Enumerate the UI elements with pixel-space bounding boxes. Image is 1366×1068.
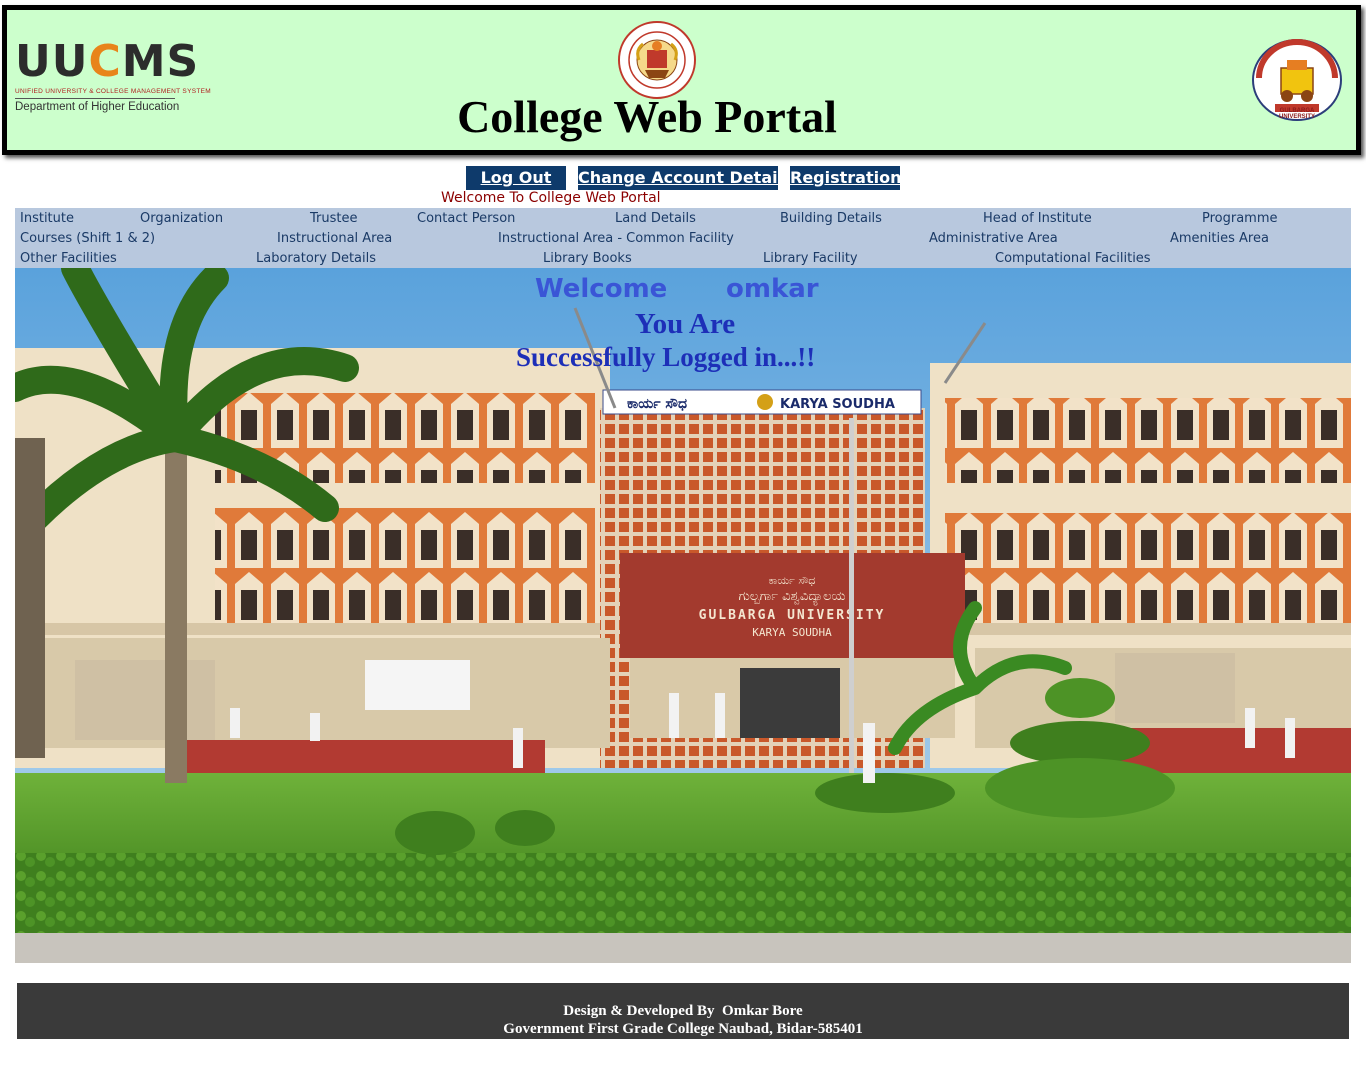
footer: Design & Developed By Omkar Bore Governm… xyxy=(17,983,1349,1039)
uucms-subtitle: UNIFIED UNIVERSITY & COLLEGE MANAGEMENT … xyxy=(15,88,211,95)
building-sign-english: KARYA SOUDHA xyxy=(780,397,895,412)
header-banner: UUCMS UNIFIED UNIVERSITY & COLLEGE MANAG… xyxy=(2,5,1361,155)
uucms-divider xyxy=(15,98,175,99)
page-title: College Web Portal xyxy=(457,91,837,142)
menu-item-land-details[interactable]: Land Details xyxy=(615,211,696,226)
login-message-line2: Successfully Logged in...!! xyxy=(516,342,816,372)
main-menu: Institute Organization Trustee Contact P… xyxy=(15,208,1351,268)
panel-line2: ಗುಲ್ಬರ್ಗಾ ವಿಶ್ವವಿದ್ಯಾಲಯ xyxy=(739,589,846,606)
panel-line1: ಕಾರ್ಯ ಸೌಧ xyxy=(769,574,816,587)
change-account-details-button[interactable]: Change Account Details xyxy=(578,166,793,190)
footer-college-address: Government First Grade College Naubad, B… xyxy=(503,1021,863,1037)
footer-developer-credit: Design & Developed By Omkar Bore xyxy=(563,1003,803,1019)
government-of-karnataka-seal-icon xyxy=(618,21,696,99)
login-message-line1: You Are xyxy=(634,308,736,340)
uucms-wordmark: UUCMS xyxy=(15,36,198,87)
menu-item-library-facility[interactable]: Library Facility xyxy=(763,251,858,266)
welcome-label: Welcome xyxy=(535,274,668,304)
logged-in-username: omkar xyxy=(726,274,819,304)
menu-item-instructional-area-common-facility[interactable]: Instructional Area - Common Facility xyxy=(498,231,734,246)
menu-item-computational-facilities[interactable]: Computational Facilities xyxy=(995,251,1151,266)
menu-item-institute[interactable]: Institute xyxy=(20,211,74,226)
gulbarga-university-caption: GULBARGA UNIVERSITY xyxy=(1278,108,1315,120)
menu-item-head-of-institute[interactable]: Head of Institute xyxy=(983,211,1092,226)
menu-item-building-details[interactable]: Building Details xyxy=(780,211,882,226)
uucms-word-right: MS xyxy=(121,36,200,87)
panel-line3: GULBARGA UNIVERSITY xyxy=(699,608,886,623)
menu-item-courses[interactable]: Courses (Shift 1 & 2) xyxy=(20,231,155,246)
welcome-marquee: Welcome To College Web Portal xyxy=(441,190,661,206)
panel-line4: KARYA SOUDHA xyxy=(752,626,832,639)
menu-item-other-facilities[interactable]: Other Facilities xyxy=(20,251,117,266)
menu-item-organization[interactable]: Organization xyxy=(140,211,223,226)
uucms-department: Department of Higher Education xyxy=(15,101,180,113)
menu-item-laboratory-details[interactable]: Laboratory Details xyxy=(256,251,376,266)
logout-button[interactable]: Log Out xyxy=(466,166,566,190)
menu-item-administrative-area[interactable]: Administrative Area xyxy=(929,231,1058,246)
uucms-word-left: UU xyxy=(15,36,89,87)
menu-item-library-books[interactable]: Library Books xyxy=(543,251,632,266)
uucms-word-accent: C xyxy=(88,36,122,87)
menu-item-amenities-area[interactable]: Amenities Area xyxy=(1170,231,1269,246)
building-sign-kannada: ಕಾರ್ಯ ಸೌಧ xyxy=(627,396,687,412)
menu-item-contact-person[interactable]: Contact Person xyxy=(417,211,515,226)
menu-item-trustee[interactable]: Trustee xyxy=(310,211,357,226)
uucms-logo: UUCMS UNIFIED UNIVERSITY & COLLEGE MANAG… xyxy=(15,36,211,128)
menu-item-instructional-area[interactable]: Instructional Area xyxy=(277,231,392,246)
menu-item-programme[interactable]: Programme xyxy=(1202,211,1278,226)
registration-button[interactable]: Registration xyxy=(790,166,901,190)
